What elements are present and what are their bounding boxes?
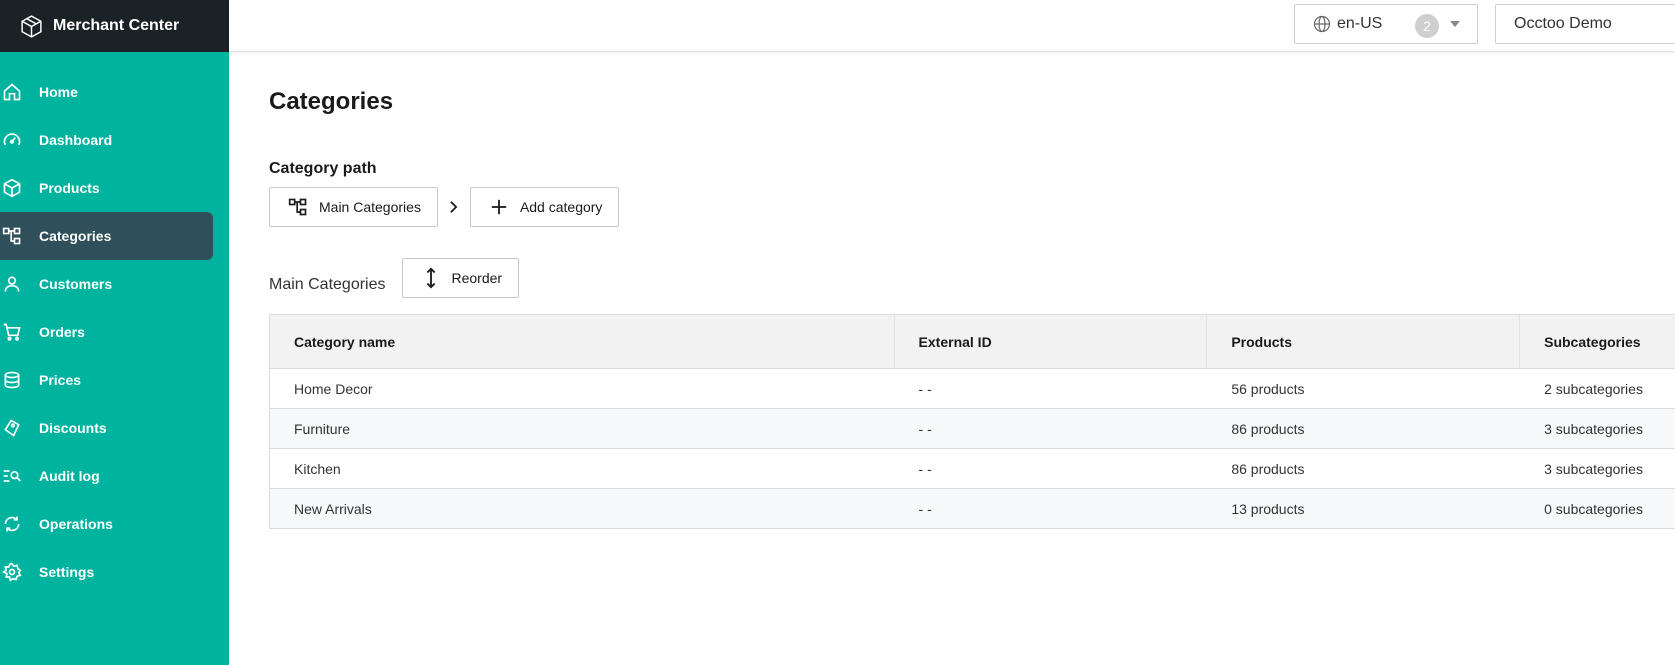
column-header-category-name[interactable]: Category name <box>270 315 895 368</box>
sidebar-item-categories[interactable]: Categories <box>0 212 213 260</box>
sidebar-item-label: Settings <box>39 564 95 580</box>
table-row[interactable]: Kitchen - - 86 products 3 subcategories <box>270 449 1675 489</box>
sidebar-item-label: Prices <box>39 372 82 388</box>
section-label: Main Categories <box>269 276 386 293</box>
main-categories-label: Main Categories <box>319 199 421 215</box>
sidebar-item-operations[interactable]: Operations <box>0 500 213 548</box>
cell-category-name: New Arrivals <box>294 500 372 517</box>
sync-icon <box>2 514 22 534</box>
tenant-select[interactable]: Occtoo Demo <box>1495 4 1675 44</box>
hierarchy-icon <box>288 197 308 217</box>
coins-icon <box>2 370 22 390</box>
reorder-label: Reorder <box>451 270 503 286</box>
sidebar-item-orders[interactable]: Orders <box>0 308 213 356</box>
add-category-button[interactable]: Add category <box>469 187 620 227</box>
brand-header[interactable]: Merchant Center <box>0 0 229 52</box>
cell-category-name: Furniture <box>294 420 351 437</box>
cell-subcategories: 3 subcategories <box>1544 460 1643 477</box>
sidebar-item-label: Orders <box>39 324 85 340</box>
vertical-arrows-icon <box>421 267 441 289</box>
sidebar-item-dashboard[interactable]: Dashboard <box>0 116 213 164</box>
cell-external-id: - - <box>918 380 932 397</box>
cell-products: 86 products <box>1231 460 1305 477</box>
section-header: Main Categories Reorder <box>269 258 520 298</box>
language-select[interactable]: en-US 2 <box>1294 4 1478 44</box>
sidebar-item-label: Home <box>39 84 78 100</box>
app-root: Merchant Center Home Dashboard Products <box>0 0 1675 665</box>
breadcrumb: Main Categories Add category <box>269 187 620 227</box>
table-row[interactable]: Home Decor - - 56 products 2 subcategori… <box>270 369 1675 409</box>
cart-icon <box>2 322 22 342</box>
cell-category-name: Kitchen <box>294 460 341 477</box>
sidebar-item-discounts[interactable]: Discounts <box>0 404 213 452</box>
cell-external-id: - - <box>918 420 932 437</box>
cube-logo-icon <box>19 14 44 39</box>
user-icon <box>2 274 22 294</box>
hierarchy-icon <box>2 226 22 246</box>
cell-products: 56 products <box>1231 380 1305 397</box>
chevron-right-icon <box>438 200 470 214</box>
column-header-products[interactable]: Products <box>1207 315 1521 368</box>
sidebar-item-label: Operations <box>39 516 113 532</box>
table-row[interactable]: New Arrivals - - 13 products 0 subcatego… <box>270 489 1675 529</box>
box-icon <box>2 178 22 198</box>
sidebar-item-label: Dashboard <box>39 132 113 148</box>
plus-icon <box>489 197 509 217</box>
cell-external-id: - - <box>918 460 932 477</box>
categories-table: Category name External ID Products Subca… <box>269 314 1675 529</box>
brand-title: Merchant Center <box>53 17 180 34</box>
sidebar-item-customers[interactable]: Customers <box>0 260 213 308</box>
table-header: Category name External ID Products Subca… <box>270 315 1675 369</box>
cell-subcategories: 3 subcategories <box>1544 420 1643 437</box>
gear-icon <box>2 562 22 582</box>
search-list-icon <box>2 466 22 486</box>
cell-products: 13 products <box>1231 500 1305 517</box>
cell-products: 86 products <box>1231 420 1305 437</box>
category-path-label: Category path <box>269 160 377 177</box>
sidebar-item-label: Discounts <box>39 420 107 436</box>
sidebar-item-audit-log[interactable]: Audit log <box>0 452 213 500</box>
cell-subcategories: 0 subcategories <box>1544 500 1643 517</box>
table-body: Home Decor - - 56 products 2 subcategori… <box>270 369 1675 529</box>
cell-external-id: - - <box>918 500 932 517</box>
home-icon <box>2 82 22 102</box>
sidebar-item-label: Audit log <box>39 468 100 484</box>
language-count-badge: 2 <box>1415 14 1439 38</box>
table-row[interactable]: Furniture - - 86 products 3 subcategorie… <box>270 409 1675 449</box>
sidebar: Merchant Center Home Dashboard Products <box>0 0 229 665</box>
sidebar-nav: Home Dashboard Products Categories Custo… <box>0 52 229 596</box>
tag-icon <box>2 418 22 438</box>
cell-subcategories: 2 subcategories <box>1544 380 1643 397</box>
reorder-button[interactable]: Reorder <box>401 258 520 298</box>
page-title: Categories <box>269 88 394 115</box>
column-header-external-id[interactable]: External ID <box>895 315 1208 368</box>
cell-category-name: Home Decor <box>294 380 373 397</box>
sidebar-item-prices[interactable]: Prices <box>0 356 213 404</box>
sidebar-item-settings[interactable]: Settings <box>0 548 213 596</box>
globe-icon <box>1313 15 1331 33</box>
sidebar-item-label: Products <box>39 180 100 196</box>
gauge-icon <box>2 130 22 150</box>
sidebar-item-home[interactable]: Home <box>0 68 213 116</box>
tenant-value: Occtoo Demo <box>1514 15 1612 32</box>
top-bar: en-US 2 Occtoo Demo <box>229 0 1675 52</box>
language-value: en-US <box>1337 15 1383 32</box>
chevron-down-icon[interactable] <box>1450 21 1460 27</box>
add-category-label: Add category <box>519 199 603 215</box>
sidebar-item-label: Customers <box>39 276 113 292</box>
main-categories-button[interactable]: Main Categories <box>269 187 438 227</box>
sidebar-item-label: Categories <box>39 228 112 244</box>
column-header-subcategories[interactable]: Subcategories <box>1520 315 1675 368</box>
sidebar-item-products[interactable]: Products <box>0 164 213 212</box>
